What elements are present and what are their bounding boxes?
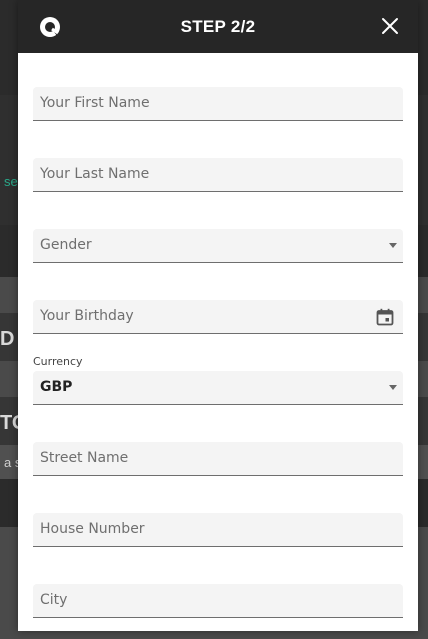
modal-title: STEP 2/2 (180, 16, 256, 36)
street-name-field[interactable]: Street Name (33, 442, 403, 476)
gender-select[interactable]: Gender (33, 229, 403, 263)
currency-label: Currency (33, 355, 83, 368)
house-number-placeholder: House Number (40, 521, 145, 537)
street-name-placeholder: Street Name (40, 450, 129, 466)
birthday-field[interactable]: Your Birthday (33, 300, 403, 334)
birthday-placeholder: Your Birthday (40, 308, 134, 324)
close-icon[interactable] (380, 16, 400, 36)
gender-placeholder: Gender (40, 237, 92, 253)
signup-step-modal: STEP 2/2 Your First Name Your Last Name … (18, 0, 418, 631)
currency-select[interactable]: GBP (33, 371, 403, 405)
currency-value: GBP (40, 379, 73, 395)
first-name-field[interactable]: Your First Name (33, 87, 403, 121)
chevron-down-icon (389, 385, 397, 390)
calendar-icon[interactable] (376, 308, 394, 326)
chevron-down-icon (389, 243, 397, 248)
house-number-field[interactable]: House Number (33, 513, 403, 547)
brand-logo-icon (40, 17, 60, 37)
last-name-field[interactable]: Your Last Name (33, 158, 403, 192)
modal-header: STEP 2/2 (18, 0, 418, 53)
backdrop-heading: D (0, 328, 15, 350)
first-name-placeholder: Your First Name (40, 95, 150, 111)
backdrop-link: se (4, 174, 18, 189)
last-name-placeholder: Your Last Name (40, 166, 150, 182)
city-field[interactable]: City (33, 584, 403, 618)
city-placeholder: City (40, 592, 68, 608)
